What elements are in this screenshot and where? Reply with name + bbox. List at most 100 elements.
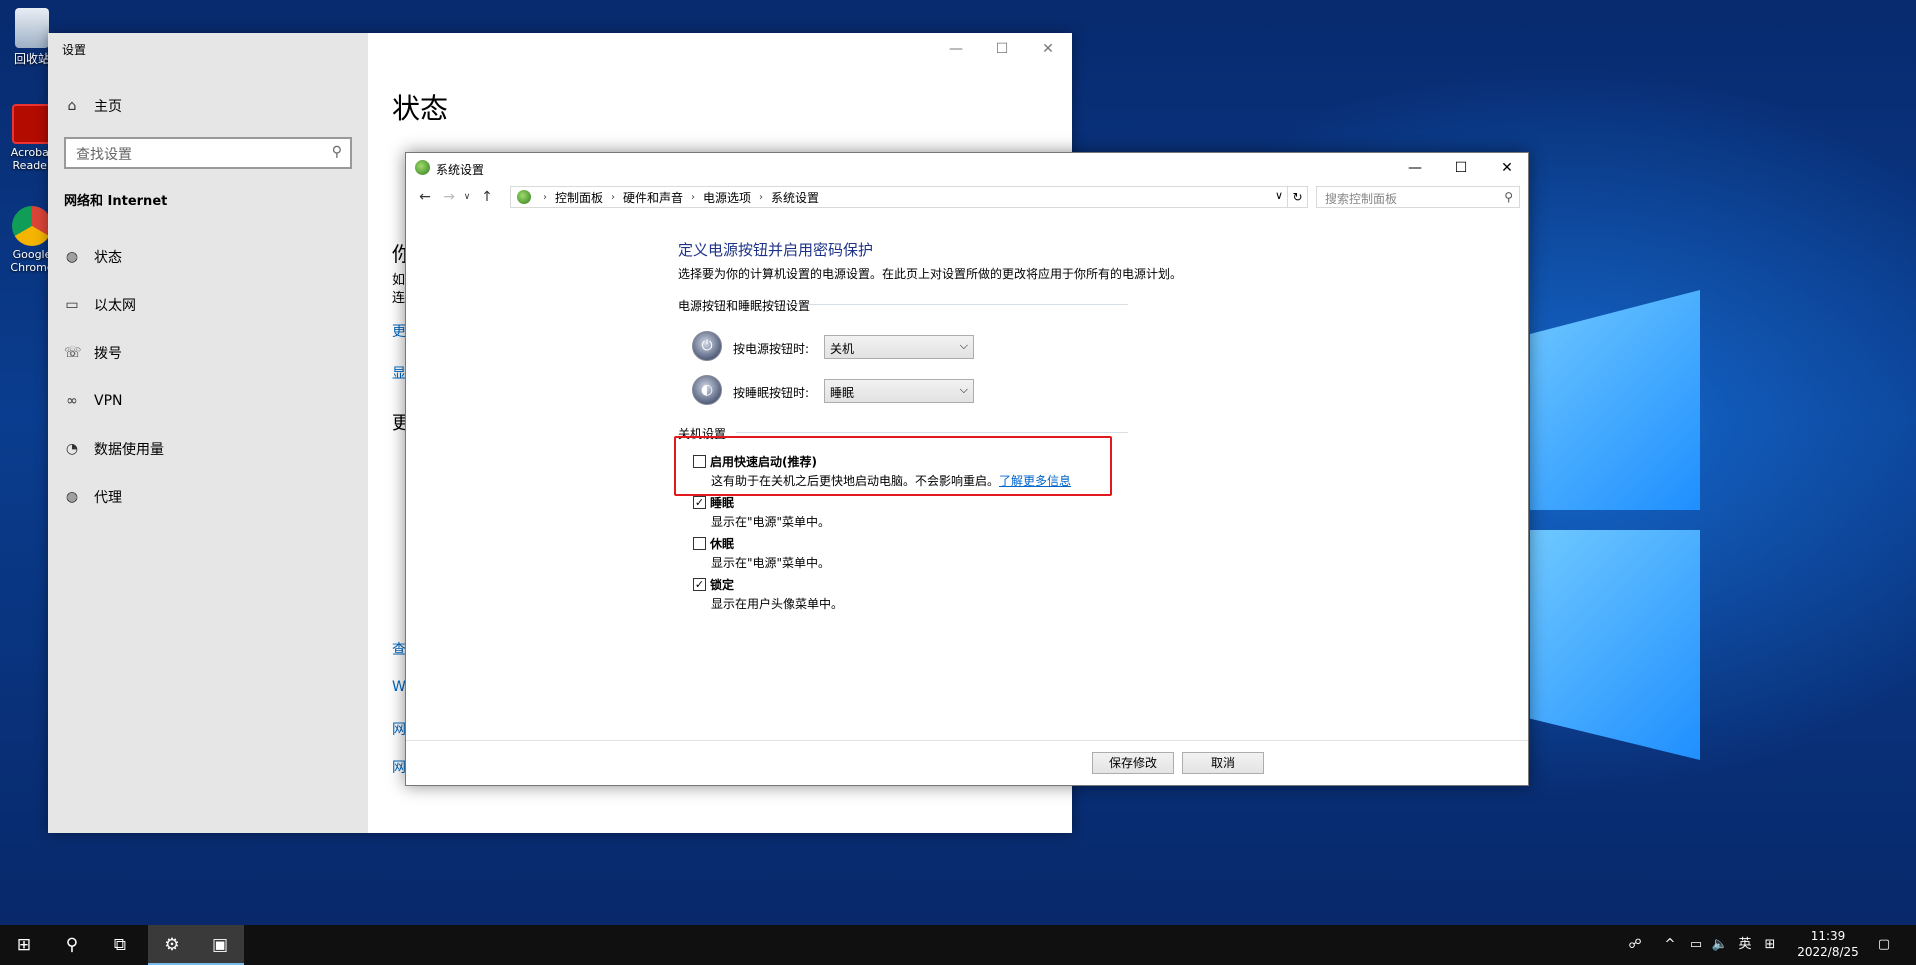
save-button[interactable]: 保存修改 bbox=[1092, 752, 1174, 774]
system-settings-window: 系统设置 — ☐ ✕ ← → ∨ ↑ › 控制面板 › 硬件和声音 › 电源选项… bbox=[405, 152, 1529, 786]
volume-icon[interactable]: 🔈 bbox=[1708, 925, 1732, 965]
partial-text: 如 bbox=[392, 273, 406, 288]
recent-locations-chevron-icon[interactable]: ∨ bbox=[458, 187, 476, 207]
minimize-button[interactable]: — bbox=[934, 37, 978, 61]
power-button-select[interactable]: 关机 ⌵ bbox=[824, 335, 974, 359]
partial-link[interactable]: 查 bbox=[392, 639, 406, 659]
settings-title: 设置 bbox=[62, 43, 87, 57]
vpn-icon: ∞ bbox=[66, 393, 78, 409]
sidebar-item-proxy[interactable]: ◍ 代理 bbox=[64, 485, 122, 509]
sidebar-item-ethernet[interactable]: ▭ 以太网 bbox=[64, 293, 136, 317]
select-value: 睡眠 bbox=[830, 386, 855, 400]
breadcrumb-item[interactable]: 系统设置 bbox=[771, 189, 819, 206]
partial-link[interactable]: 网 bbox=[392, 757, 406, 777]
taskbar: ⊞ ⚲ ⧉ ⚙ ▣ ☍ ^ ▭ 🔈 英 ⊞ 11:39 2022/8/25 ▢ bbox=[0, 925, 1916, 965]
chrome-icon bbox=[12, 206, 52, 246]
window-title: 系统设置 bbox=[436, 163, 485, 177]
maximize-button[interactable]: ☐ bbox=[1438, 153, 1484, 183]
chevron-down-icon[interactable]: ∨ bbox=[1275, 189, 1283, 202]
page-description: 选择要为你的计算机设置的电源设置。在此页上对设置所做的更改将应用于你所有的电源计… bbox=[678, 267, 1183, 281]
sidebar-item-status[interactable]: ◍ 状态 bbox=[64, 245, 122, 269]
lock-option-label[interactable]: 锁定 bbox=[710, 576, 734, 593]
forward-arrow-icon[interactable]: → bbox=[440, 187, 458, 207]
chevron-down-icon: ⌵ bbox=[959, 383, 968, 396]
hibernate-option-description: 显示在"电源"菜单中。 bbox=[711, 556, 831, 570]
settings-app-icon[interactable]: ⚙ bbox=[148, 925, 196, 965]
page-heading: 定义电源按钮并启用密码保护 bbox=[678, 241, 874, 259]
task-view-icon[interactable]: ⧉ bbox=[96, 925, 144, 965]
control-panel-search-input[interactable]: 搜索控制面板 ⚲ bbox=[1316, 186, 1520, 208]
select-value: 关机 bbox=[830, 342, 855, 356]
section-title-power-buttons: 电源按钮和睡眠按钮设置 bbox=[678, 299, 811, 313]
back-arrow-icon[interactable]: ← bbox=[416, 187, 434, 207]
sidebar-item-dialup[interactable]: ☏ 拨号 bbox=[64, 341, 122, 365]
sleep-checkbox[interactable]: ✓ bbox=[693, 496, 706, 509]
sleep-option-description: 显示在"电源"菜单中。 bbox=[711, 515, 831, 529]
hibernate-option-label[interactable]: 休眠 bbox=[710, 535, 734, 552]
settings-titlebar: 设置 — ☐ ✕ bbox=[48, 33, 1072, 65]
breadcrumb-separator-icon: › bbox=[543, 191, 547, 203]
sidebar-item-label: VPN bbox=[94, 393, 123, 409]
sleep-button-select[interactable]: 睡眠 ⌵ bbox=[824, 379, 974, 403]
notification-icon[interactable]: ▢ bbox=[1868, 925, 1900, 965]
partial-link[interactable]: 更 bbox=[392, 321, 406, 341]
sleep-button-icon: ◐ bbox=[692, 375, 722, 405]
breadcrumb-item[interactable]: 电源选项 bbox=[703, 189, 751, 206]
page-title: 状态 bbox=[392, 92, 449, 125]
power-button-icon: ⏻ bbox=[692, 331, 722, 361]
ime-indicator[interactable]: 英 bbox=[1734, 925, 1756, 965]
control-panel-icon bbox=[415, 160, 430, 175]
maximize-button[interactable]: ☐ bbox=[980, 37, 1024, 61]
sidebar-item-label: 主页 bbox=[94, 99, 122, 115]
settings-search-input[interactable]: 查找设置 ⚲ bbox=[64, 137, 352, 169]
close-button[interactable]: ✕ bbox=[1026, 37, 1070, 61]
lock-option-description: 显示在用户头像菜单中。 bbox=[711, 597, 844, 611]
monitor-icon: ▭ bbox=[65, 297, 79, 313]
clock-time: 11:39 bbox=[1810, 929, 1846, 943]
windows-logo-wallpaper bbox=[1530, 290, 1700, 760]
control-panel-icon bbox=[517, 190, 531, 204]
search-placeholder: 搜索控制面板 bbox=[1325, 192, 1398, 206]
sidebar-item-vpn[interactable]: ∞ VPN bbox=[64, 389, 123, 413]
breadcrumb-item[interactable]: 硬件和声音 bbox=[623, 189, 683, 206]
chevron-down-icon: ⌵ bbox=[959, 339, 968, 352]
keyboard-layout-icon[interactable]: ⊞ bbox=[1758, 925, 1782, 965]
search-icon: ⚲ bbox=[331, 144, 342, 160]
dialup-icon: ☏ bbox=[64, 345, 82, 361]
sidebar-item-data-usage[interactable]: ◔ 数据使用量 bbox=[64, 437, 164, 461]
sidebar-item-home[interactable]: ⌂ 主页 bbox=[64, 94, 122, 118]
divider bbox=[806, 304, 1128, 305]
close-button[interactable]: ✕ bbox=[1484, 153, 1530, 183]
partial-link[interactable]: 显 bbox=[392, 363, 406, 383]
cancel-button[interactable]: 取消 bbox=[1182, 752, 1264, 774]
dialog-footer: 保存修改 取消 bbox=[406, 741, 1528, 785]
navigation-bar: ← → ∨ ↑ › 控制面板 › 硬件和声音 › 电源选项 › 系统设置 ∨ ↻… bbox=[406, 185, 1528, 209]
clock[interactable]: 11:39 2022/8/25 bbox=[1792, 928, 1864, 960]
control-panel-app-icon[interactable]: ▣ bbox=[196, 925, 244, 965]
partial-link[interactable]: 网 bbox=[392, 719, 406, 739]
start-button[interactable]: ⊞ bbox=[0, 925, 48, 965]
breadcrumb-separator-icon: › bbox=[611, 191, 616, 203]
partial-link[interactable]: W bbox=[392, 679, 406, 695]
up-arrow-icon[interactable]: ↑ bbox=[478, 187, 496, 207]
acrobat-icon bbox=[12, 104, 52, 144]
chevron-up-icon[interactable]: ^ bbox=[1660, 925, 1680, 965]
home-icon: ⌂ bbox=[67, 98, 77, 114]
network-icon[interactable]: ▭ bbox=[1684, 925, 1708, 965]
partial-text: 连 bbox=[392, 291, 406, 306]
lock-checkbox[interactable]: ✓ bbox=[693, 578, 706, 591]
power-button-label: 按电源按钮时: bbox=[733, 342, 810, 356]
system-settings-titlebar: 系统设置 — ☐ ✕ bbox=[406, 153, 1528, 183]
breadcrumb-item[interactable]: 控制面板 bbox=[555, 189, 603, 206]
search-icon[interactable]: ⚲ bbox=[48, 925, 96, 965]
data-usage-icon: ◔ bbox=[65, 441, 79, 457]
sidebar-item-label: 状态 bbox=[94, 250, 122, 266]
divider bbox=[736, 432, 1128, 433]
address-bar[interactable]: › 控制面板 › 硬件和声音 › 电源选项 › 系统设置 ∨ bbox=[510, 186, 1288, 208]
refresh-icon[interactable]: ↻ bbox=[1288, 186, 1308, 208]
sidebar-item-label: 拨号 bbox=[94, 346, 122, 362]
hibernate-checkbox[interactable] bbox=[693, 537, 706, 550]
sleep-option-label[interactable]: 睡眠 bbox=[710, 494, 734, 511]
minimize-button[interactable]: — bbox=[1392, 153, 1438, 183]
people-icon[interactable]: ☍ bbox=[1622, 925, 1648, 965]
